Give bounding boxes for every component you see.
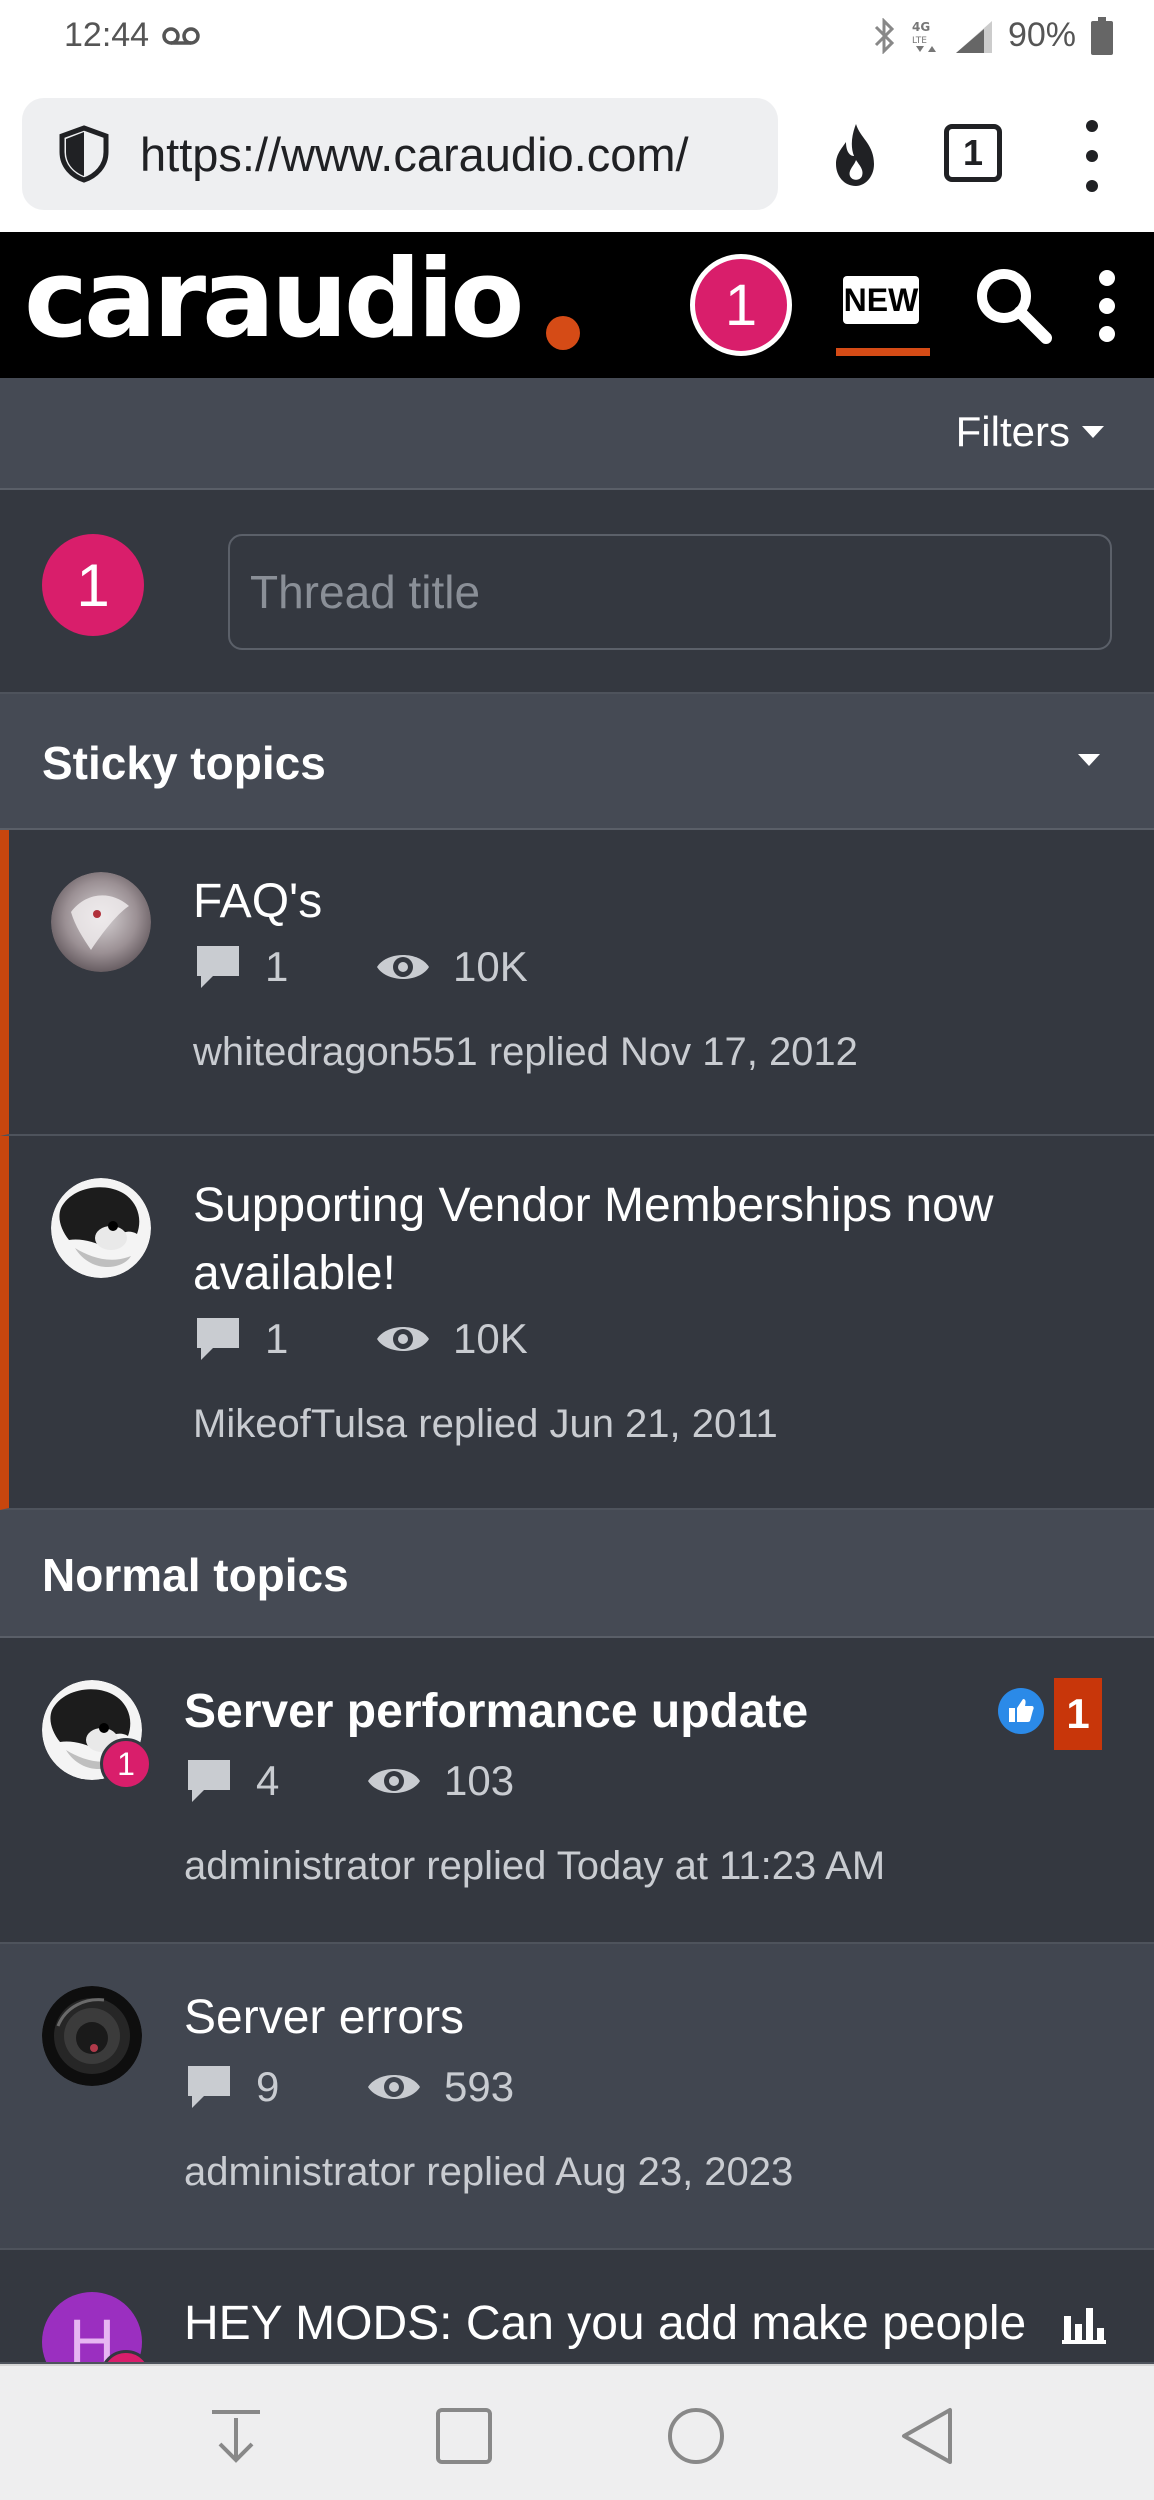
- site-header: caraudio 1 NEW: [0, 232, 1154, 378]
- thread-title[interactable]: Supporting Vendor Memberships now availa…: [193, 1172, 1073, 1308]
- browser-toolbar: https://www.caraudio.com/ 1: [0, 72, 1154, 232]
- site-menu-icon[interactable]: [1097, 270, 1117, 342]
- thread-meta[interactable]: whitedragon551 replied Nov 17, 2012: [193, 1030, 858, 1075]
- network-4g-icon: 4G LTE: [912, 20, 936, 52]
- filters-label: Filters: [955, 408, 1070, 455]
- section-title: Sticky topics: [42, 737, 326, 789]
- avatar-letter: 1: [76, 551, 110, 619]
- url-text[interactable]: https://www.caraudio.com/: [140, 127, 760, 182]
- thread-item[interactable]: Supporting Vendor Memberships now availa…: [0, 1136, 1154, 1510]
- tab-count: 1: [962, 132, 984, 173]
- thread-title[interactable]: Server performance update: [184, 1678, 808, 1746]
- sticky-topics-header[interactable]: Sticky topics: [0, 694, 1154, 830]
- battery-icon: [1091, 16, 1113, 55]
- back-icon[interactable]: [896, 2404, 960, 2468]
- views-stat: 593: [366, 2063, 514, 2111]
- poll-icon: [1062, 2308, 1106, 2344]
- alerts-button[interactable]: 1: [690, 254, 792, 356]
- reply-count: 1: [265, 943, 289, 990]
- filters-button[interactable]: Filters: [956, 408, 1104, 456]
- thread-title[interactable]: FAQ's: [193, 868, 322, 936]
- browser-more-icon[interactable]: [1080, 120, 1104, 192]
- comment-icon: [197, 1318, 239, 1360]
- view-count: 10K: [453, 1315, 528, 1362]
- eye-icon: [368, 1769, 420, 1793]
- alerts-count: 1: [724, 272, 758, 338]
- thread-item[interactable]: Server errors 9 593 administrator replie…: [0, 1944, 1154, 2250]
- avatar[interactable]: [51, 1178, 151, 1278]
- thread-meta[interactable]: administrator replied Aug 23, 2023: [184, 2150, 793, 2195]
- avatar[interactable]: [51, 872, 151, 972]
- replies-stat: 1: [193, 942, 375, 992]
- thread-item[interactable]: FAQ's 1 10K whitedragon551 replied Nov 1…: [0, 830, 1154, 1136]
- thread-stats: 1 10K: [193, 1314, 528, 1364]
- comment-icon: [197, 946, 239, 988]
- thumbs-up-icon: [998, 1688, 1044, 1734]
- reply-count: 4: [256, 1757, 280, 1804]
- normal-topics-header: Normal topics: [0, 1510, 1154, 1638]
- address-bar[interactable]: https://www.caraudio.com/: [22, 98, 778, 210]
- shield-icon[interactable]: [52, 122, 116, 186]
- battery-percent: 90%: [1007, 16, 1076, 54]
- download-icon[interactable]: [204, 2404, 268, 2468]
- voicemail-icon: [162, 26, 200, 45]
- thread-title[interactable]: Server errors: [184, 1984, 464, 2052]
- caret-down-icon: [1082, 426, 1104, 438]
- view-count: 593: [444, 2063, 515, 2110]
- recents-icon[interactable]: [432, 2404, 496, 2468]
- views-stat: 10K: [375, 943, 528, 991]
- thread-item[interactable]: H HEY MODS: Can you add make people: [0, 2250, 1154, 2364]
- view-count: 103: [444, 1757, 515, 1804]
- replies-stat: 1: [193, 1314, 375, 1364]
- logo-dot: [546, 316, 580, 350]
- fire-icon[interactable]: [824, 120, 888, 190]
- reply-count: 9: [256, 2063, 280, 2110]
- eye-icon: [377, 1327, 429, 1351]
- avatar-letter: H: [68, 2306, 116, 2364]
- views-stat: 10K: [375, 1315, 528, 1363]
- new-active-indicator: [836, 348, 930, 356]
- views-stat: 103: [366, 1757, 514, 1805]
- user-avatar[interactable]: 1: [42, 534, 144, 636]
- status-right-group: 4G LTE 90%: [872, 16, 1114, 55]
- search-icon[interactable]: [972, 264, 1054, 346]
- svg-text:4G: 4G: [912, 20, 930, 34]
- home-icon[interactable]: [664, 2404, 728, 2468]
- new-posts-button[interactable]: NEW: [843, 276, 919, 324]
- system-nav-bar: [0, 2364, 1154, 2500]
- reply-count: 1: [265, 1315, 289, 1362]
- view-count: 10K: [453, 943, 528, 990]
- site-logo[interactable]: caraudio: [24, 246, 524, 354]
- thread-item[interactable]: 1 Server performance update 1 4 103 admi…: [0, 1638, 1154, 1944]
- status-bar: 12:44 4G LTE 90%: [0, 0, 1154, 72]
- eye-icon: [377, 955, 429, 979]
- thread-title-input[interactable]: [228, 534, 1112, 650]
- comment-icon: [188, 1760, 230, 1802]
- svg-text:LTE: LTE: [912, 36, 927, 46]
- collapse-caret-icon[interactable]: [1078, 754, 1100, 766]
- eye-icon: [368, 2075, 420, 2099]
- bluetooth-icon: [874, 17, 895, 54]
- section-title: Normal topics: [42, 1549, 349, 1601]
- thread-meta[interactable]: MikeofTulsa replied Jun 21, 2011: [193, 1402, 778, 1447]
- tabs-button[interactable]: 1: [944, 124, 1002, 182]
- replies-stat: 9: [184, 2062, 366, 2112]
- status-time-group: 12:44: [64, 16, 201, 55]
- avatar[interactable]: [42, 1986, 142, 2086]
- comment-icon: [188, 2066, 230, 2108]
- thread-stats: 9 593: [184, 2062, 514, 2112]
- status-time: 12:44: [64, 16, 150, 54]
- new-thread-row: 1: [0, 490, 1154, 694]
- thread-meta[interactable]: administrator replied Today at 11:23 AM: [184, 1844, 885, 1889]
- reaction-count-badge: 1: [1054, 1678, 1102, 1750]
- thread-stats: 1 10K: [193, 942, 528, 992]
- replies-stat: 4: [184, 1756, 366, 1806]
- thread-stats: 4 103: [184, 1756, 514, 1806]
- signal-icon: [955, 20, 992, 53]
- thread-title[interactable]: HEY MODS: Can you add make people: [184, 2290, 1026, 2358]
- unread-badge: 1: [100, 1738, 152, 1790]
- filter-bar: Filters: [0, 378, 1154, 490]
